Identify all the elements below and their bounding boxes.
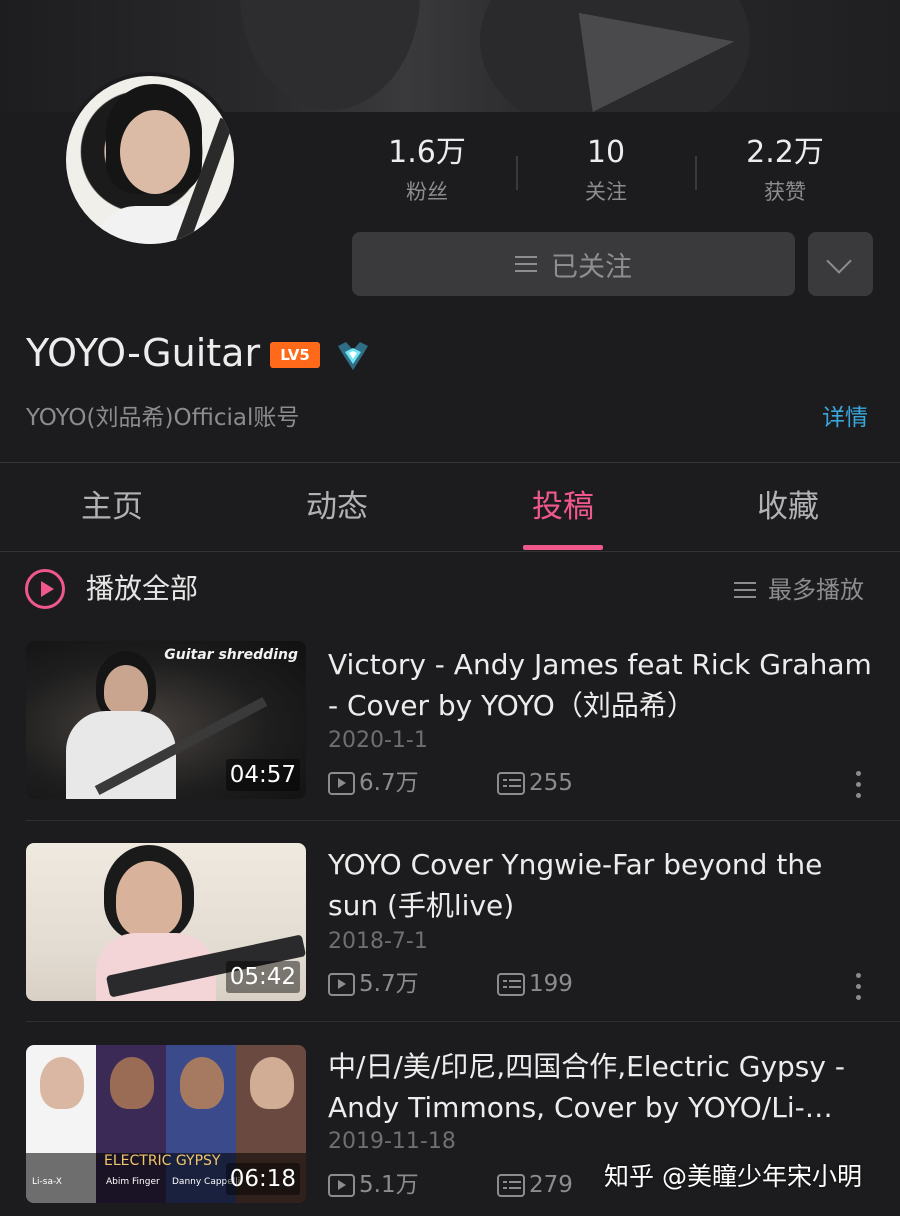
stat-following-value: 10 bbox=[586, 135, 626, 170]
video-thumbnail[interactable]: 05:42 bbox=[26, 843, 306, 1001]
video-duration: 06:18 bbox=[225, 1163, 300, 1195]
video-date: 2019-11-18 bbox=[328, 1129, 456, 1154]
stat-likes-label: 获赞 bbox=[764, 180, 806, 204]
divider bbox=[0, 551, 900, 552]
video-duration: 05:42 bbox=[225, 961, 300, 993]
vip-diamond-icon bbox=[338, 342, 368, 370]
play-count-icon bbox=[328, 1173, 355, 1197]
thumbnail-face bbox=[180, 1057, 224, 1109]
row-divider bbox=[26, 820, 900, 821]
play-all-button[interactable]: 播放全部 bbox=[86, 570, 198, 608]
sort-icon bbox=[734, 581, 756, 599]
video-views: 5.1万 bbox=[328, 1170, 419, 1200]
video-title[interactable]: YOYO Cover Yngwie-Far beyond the sun (手机… bbox=[328, 844, 873, 926]
followed-button-label: 已关注 bbox=[551, 251, 632, 283]
tab-favorites[interactable]: 收藏 bbox=[708, 486, 868, 528]
menu-icon bbox=[515, 255, 537, 273]
followed-button[interactable]: 已关注 bbox=[352, 232, 795, 296]
danmaku-icon bbox=[497, 771, 525, 795]
divider bbox=[0, 462, 900, 463]
row-divider bbox=[26, 1021, 900, 1022]
thumbnail-face bbox=[250, 1057, 294, 1109]
thumbnail-face bbox=[116, 861, 182, 937]
stat-following[interactable]: 10 关注 bbox=[531, 135, 681, 205]
avatar[interactable] bbox=[62, 72, 238, 248]
comment-count: 199 bbox=[529, 971, 573, 997]
thumbnail-name: Abim Finger bbox=[106, 1177, 160, 1187]
video-date: 2020-1-1 bbox=[328, 728, 428, 753]
avatar-face bbox=[120, 110, 190, 194]
thumbnail-face bbox=[40, 1057, 84, 1109]
view-count: 5.1万 bbox=[359, 1172, 419, 1198]
danmaku-icon bbox=[497, 972, 525, 996]
sort-button[interactable]: 最多播放 bbox=[734, 574, 864, 606]
video-item[interactable]: 05:42 YOYO Cover Yngwie-Far beyond the s… bbox=[0, 843, 900, 1043]
more-options-icon[interactable] bbox=[856, 973, 862, 1001]
video-views: 5.7万 bbox=[328, 969, 419, 999]
more-options-icon[interactable] bbox=[856, 771, 862, 799]
video-thumbnail[interactable]: Guitar shredding 04:57 bbox=[26, 641, 306, 799]
banner-guitar-image bbox=[240, 0, 420, 110]
stat-fans-value: 1.6万 bbox=[388, 135, 466, 170]
tab-home[interactable]: 主页 bbox=[32, 486, 192, 528]
profile-description: YOYO(刘品希)Official账号 bbox=[26, 405, 300, 431]
thumbnail-face bbox=[104, 665, 148, 715]
video-comments: 199 bbox=[497, 969, 573, 999]
video-title[interactable]: 中/日/美/印尼,四国合作,Electric Gypsy - Andy Timm… bbox=[328, 1046, 873, 1128]
video-comments: 255 bbox=[497, 768, 573, 798]
level-badge: LV5 bbox=[270, 342, 320, 368]
play-all-icon[interactable] bbox=[25, 569, 65, 609]
video-title[interactable]: Victory - Andy James feat Rick Graham - … bbox=[328, 644, 873, 726]
view-count: 5.7万 bbox=[359, 971, 419, 997]
thumbnail-caption: ELECTRIC GYPSY bbox=[104, 1153, 221, 1169]
sort-label: 最多播放 bbox=[768, 576, 864, 604]
detail-link[interactable]: 详情 bbox=[822, 403, 868, 433]
video-thumbnail[interactable]: ELECTRIC GYPSY Li-sa-X Abim Finger Danny… bbox=[26, 1045, 306, 1203]
video-duration: 04:57 bbox=[225, 759, 300, 791]
thumbnail-name: Li-sa-X bbox=[32, 1177, 62, 1187]
comment-count: 279 bbox=[529, 1172, 573, 1198]
watermark: 知乎 @美瞳少年宋小明 bbox=[604, 1162, 862, 1191]
play-count-icon bbox=[328, 771, 355, 795]
video-views: 6.7万 bbox=[328, 768, 419, 798]
danmaku-icon bbox=[497, 1173, 525, 1197]
tab-dynamics[interactable]: 动态 bbox=[257, 486, 417, 528]
video-date: 2018-7-1 bbox=[328, 929, 428, 954]
profile-name: YOYO-Guitar bbox=[26, 331, 261, 375]
thumbnail-caption: Guitar shredding bbox=[164, 647, 298, 663]
comment-count: 255 bbox=[529, 770, 573, 796]
follow-dropdown-button[interactable] bbox=[808, 232, 873, 296]
stat-divider bbox=[516, 156, 518, 190]
active-tab-indicator bbox=[523, 545, 603, 550]
stat-fans-label: 粉丝 bbox=[406, 180, 448, 204]
stat-divider bbox=[695, 156, 697, 190]
video-item[interactable]: Guitar shredding 04:57 Victory - Andy Ja… bbox=[0, 641, 900, 841]
play-count-icon bbox=[328, 972, 355, 996]
chevron-down-icon bbox=[826, 248, 852, 274]
stat-fans[interactable]: 1.6万 粉丝 bbox=[352, 135, 502, 205]
video-comments: 279 bbox=[497, 1170, 573, 1200]
stat-likes-value: 2.2万 bbox=[746, 135, 824, 170]
stat-likes[interactable]: 2.2万 获赞 bbox=[710, 135, 860, 205]
thumbnail-face bbox=[110, 1057, 154, 1109]
tab-uploads[interactable]: 投稿 bbox=[483, 486, 643, 528]
stat-following-label: 关注 bbox=[585, 180, 627, 204]
view-count: 6.7万 bbox=[359, 770, 419, 796]
